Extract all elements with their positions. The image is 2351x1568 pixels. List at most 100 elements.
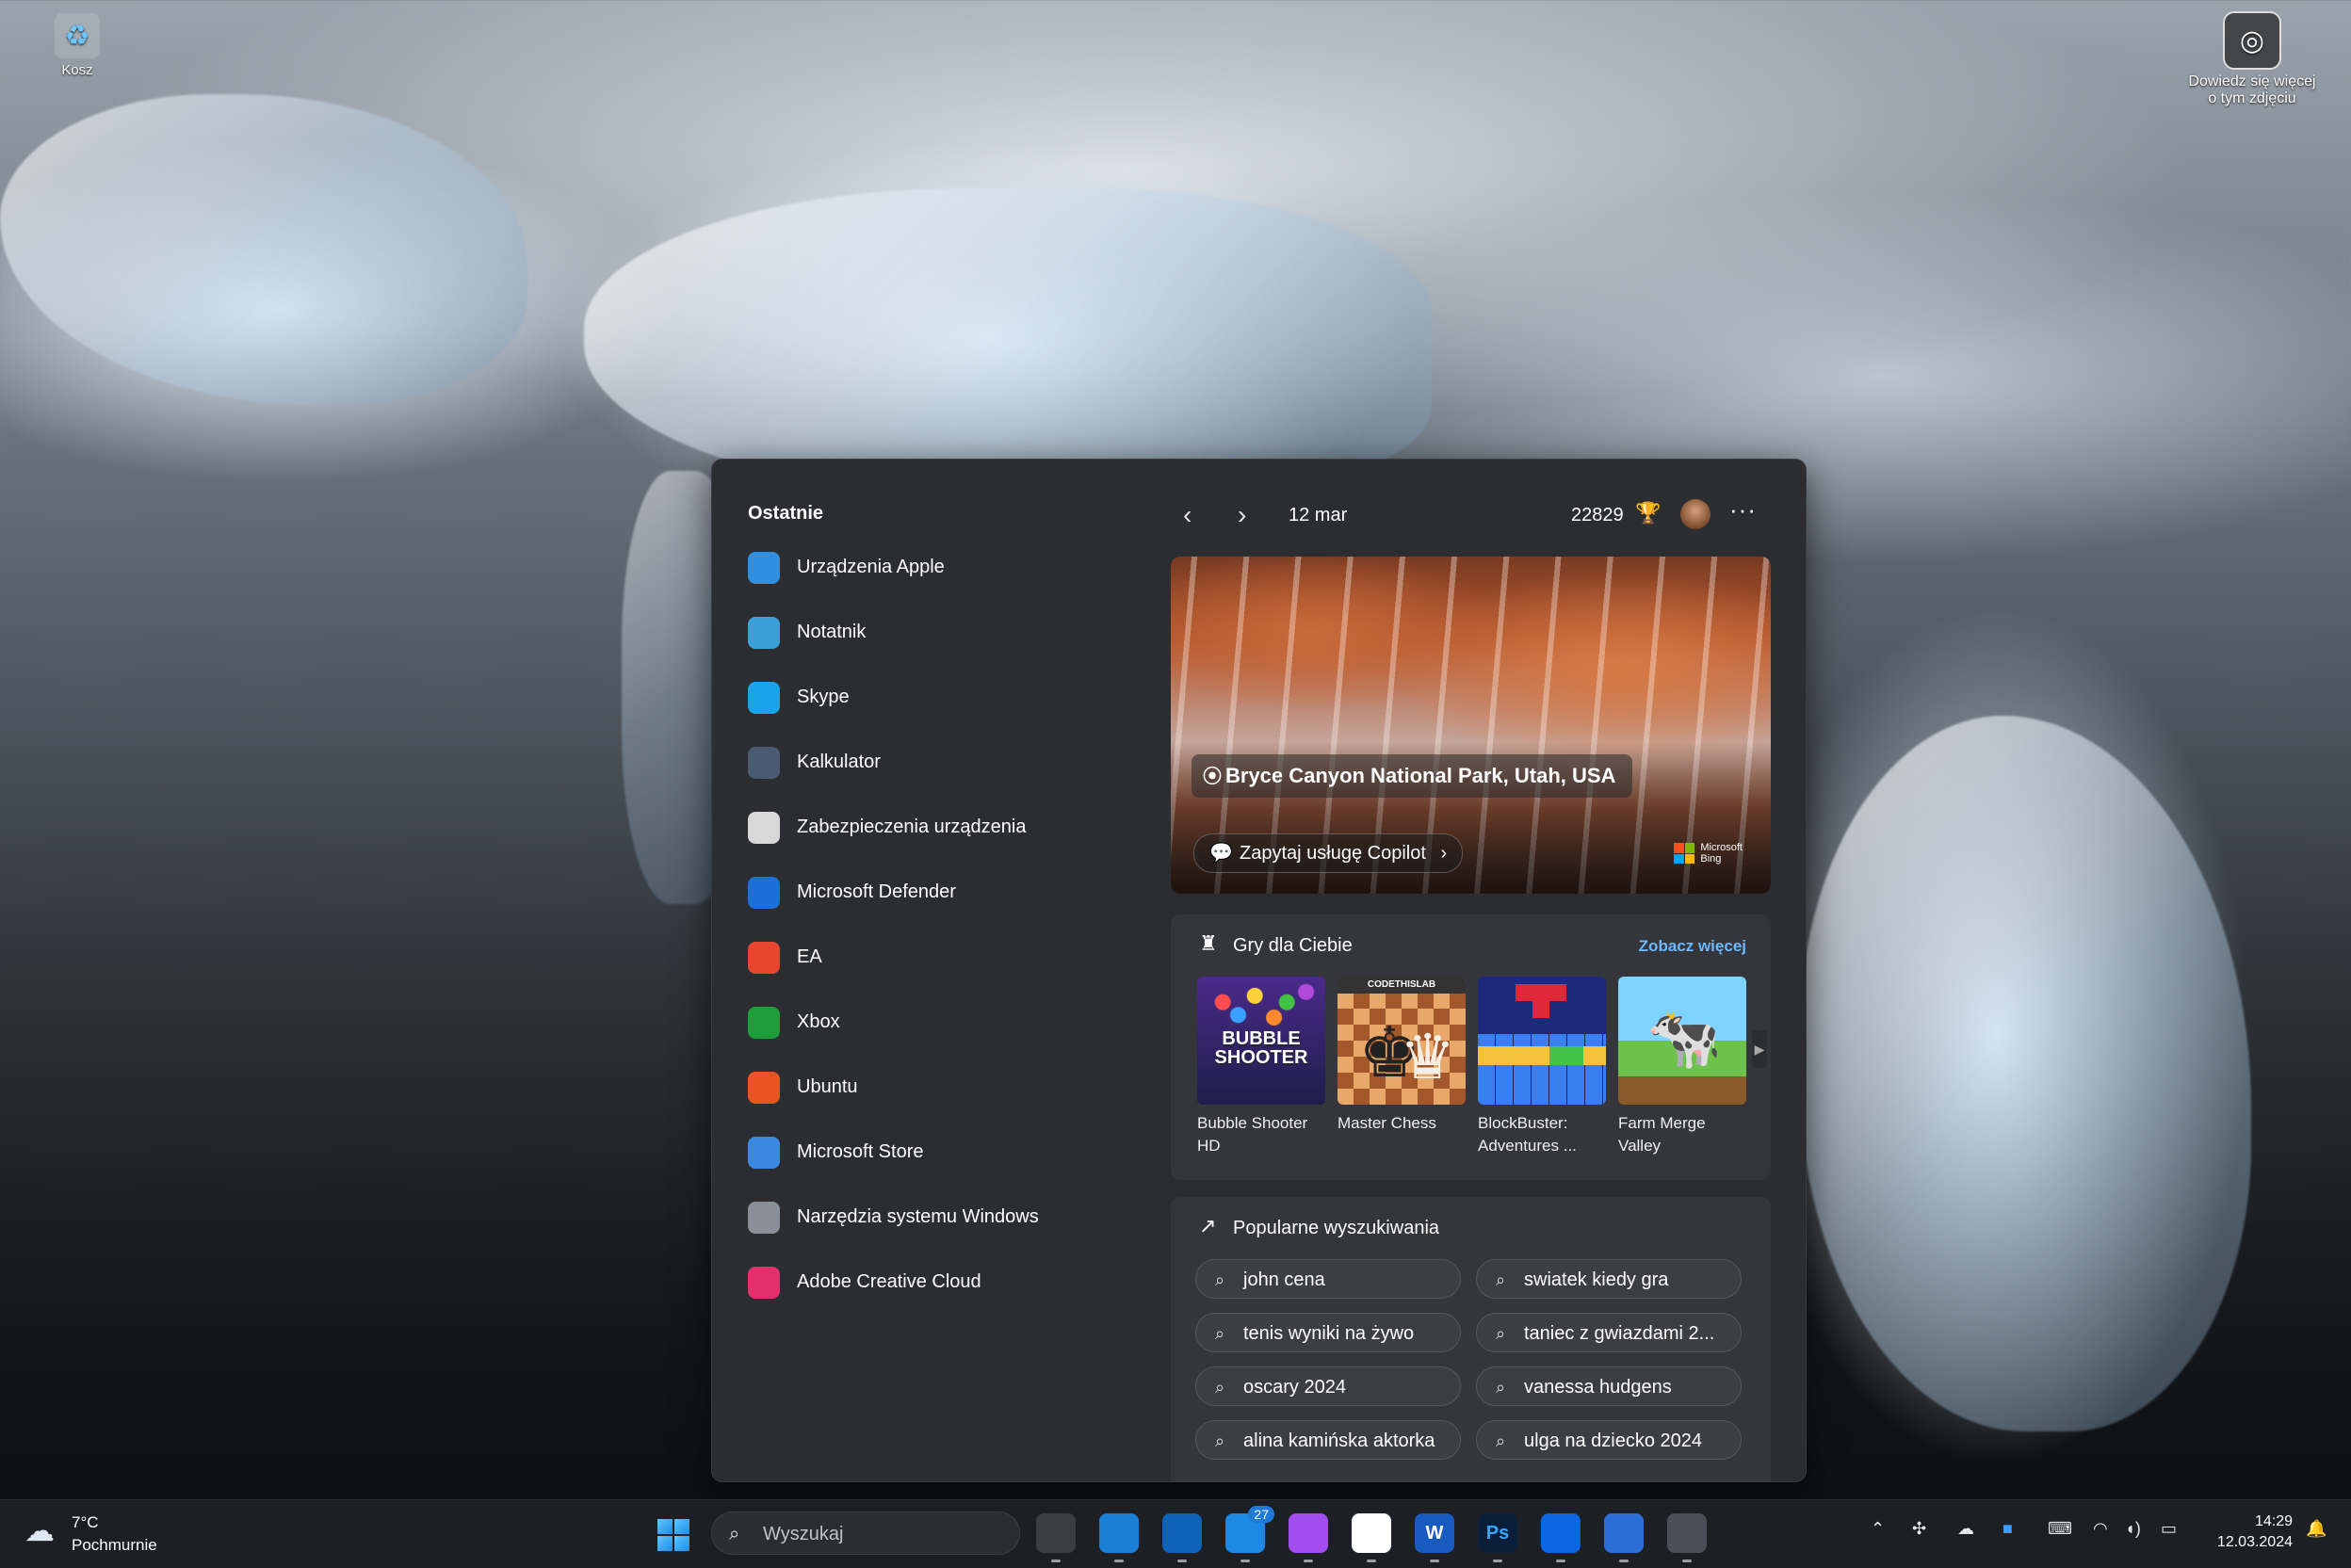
recent-item[interactable]: EA bbox=[748, 925, 1125, 990]
wifi-icon[interactable]: ◠ bbox=[2093, 1519, 2108, 1539]
search-chip[interactable]: ⌕ vanessa hudgens bbox=[1476, 1366, 1742, 1406]
running-indicator bbox=[1682, 1560, 1692, 1562]
search-chip[interactable]: ⌕ swiatek kiedy gra bbox=[1476, 1259, 1742, 1299]
messenger-icon[interactable] bbox=[1289, 1513, 1328, 1562]
scroll-right-icon[interactable]: ▶ bbox=[1752, 1030, 1767, 1068]
search-chip[interactable]: ⌕ john cena bbox=[1195, 1259, 1461, 1299]
battery-icon[interactable]: ▭ bbox=[2161, 1519, 2177, 1539]
photoshop-icon[interactable]: Ps bbox=[1478, 1513, 1517, 1562]
translator-icon[interactable] bbox=[1604, 1513, 1644, 1562]
spotlight-learn-more[interactable]: ◎ Dowiedz się więcej o tym zdjęciu bbox=[2181, 11, 2323, 107]
recent-item[interactable]: Microsoft Defender bbox=[748, 860, 1125, 925]
clock[interactable]: 14:29 12.03.2024 bbox=[2198, 1511, 2293, 1553]
spotlight-label-2: o tym zdjęciu bbox=[2208, 90, 2296, 106]
game-tile[interactable]: BlockBuster: Adventures ... bbox=[1478, 977, 1606, 1157]
rewards-points[interactable]: 22829 bbox=[1571, 505, 1624, 526]
search-icon: ⌕ bbox=[1215, 1431, 1225, 1450]
onedrive-icon[interactable]: ☁ bbox=[1957, 1519, 1974, 1539]
recent-item-label: Xbox bbox=[797, 1011, 840, 1032]
recent-item-label: Kalkulator bbox=[797, 752, 881, 772]
blockbuster-art bbox=[1478, 977, 1606, 1105]
block-shape bbox=[1549, 1046, 1583, 1065]
recent-item[interactable]: Microsoft Store bbox=[748, 1120, 1125, 1185]
game-name: Farm Merge Valley bbox=[1618, 1114, 1706, 1155]
search-chip[interactable]: ⌕ taniec z gwiazdami 2... bbox=[1476, 1313, 1742, 1352]
show-hidden-icons-icon[interactable]: ⌃ bbox=[1871, 1519, 1885, 1539]
search-chip[interactable]: ⌕ tenis wyniki na żywo bbox=[1195, 1313, 1461, 1352]
trophy-icon[interactable]: 🏆 bbox=[1635, 501, 1661, 525]
game-tile[interactable]: 🐄 Farm Merge Valley bbox=[1618, 977, 1746, 1157]
task-view-icon[interactable] bbox=[1036, 1513, 1076, 1562]
running-indicator bbox=[1240, 1560, 1250, 1562]
notepad-icon bbox=[748, 616, 780, 649]
running-indicator bbox=[1556, 1560, 1565, 1562]
cloud-icon: ☁ bbox=[24, 1513, 55, 1547]
search-icon: ⌕ bbox=[1496, 1378, 1506, 1397]
chevron-right-icon[interactable]: › bbox=[1238, 501, 1246, 529]
recent-item[interactable]: Kalkulator bbox=[748, 730, 1125, 795]
search-chip[interactable]: ⌕ ulga na dziecko 2024 bbox=[1476, 1420, 1742, 1460]
recent-item[interactable]: Notatnik bbox=[748, 600, 1125, 665]
search-icon: ⌕ bbox=[1215, 1270, 1225, 1289]
cow-icon: 🐄 bbox=[1646, 1004, 1722, 1072]
recycle-bin[interactable]: ♻ Kosz bbox=[47, 13, 107, 78]
game-tile[interactable]: CODETHISLAB ♚ ♛ Master Chess bbox=[1338, 977, 1466, 1135]
slack-icon[interactable] bbox=[1352, 1513, 1391, 1562]
chevron-left-icon[interactable]: ‹ bbox=[1183, 501, 1192, 529]
recent-item[interactable]: Xbox bbox=[748, 990, 1125, 1055]
recent-item-label: Microsoft Defender bbox=[797, 881, 956, 902]
search-chip[interactable]: ⌕ oscary 2024 bbox=[1195, 1366, 1461, 1406]
slack-tray-icon[interactable]: ✣ bbox=[1912, 1519, 1926, 1539]
popular-searches-card: ↗ Popularne wyszukiwania ⌕ john cena ⌕ swi… bbox=[1171, 1197, 1771, 1481]
recent-item[interactable]: Zabezpieczenia urządzenia bbox=[748, 795, 1125, 860]
outlook-icon[interactable] bbox=[1162, 1513, 1202, 1562]
game-name: BlockBuster: Adventures ... bbox=[1478, 1114, 1577, 1155]
word-icon[interactable]: W bbox=[1415, 1513, 1454, 1562]
chip-label: vanessa hudgens bbox=[1524, 1377, 1672, 1398]
chip-label: taniec z gwiazdami 2... bbox=[1524, 1323, 1715, 1344]
calculator-icon bbox=[748, 746, 780, 779]
defender-tray-icon[interactable]: ■ bbox=[2002, 1519, 2013, 1539]
taskbar-search[interactable]: ⌕ Wyszukaj bbox=[711, 1511, 1020, 1555]
recent-item-label: Skype bbox=[797, 687, 850, 707]
see-more-link[interactable]: Zobacz więcej bbox=[1639, 937, 1746, 956]
taskbar: ☁ 7°C Pochmurnie ⌕ Wyszukaj 27 W Ps ⌃ ✣ ☁ … bbox=[0, 1499, 2351, 1568]
settings-icon[interactable] bbox=[1667, 1513, 1707, 1562]
recent-item[interactable]: Ubuntu bbox=[748, 1055, 1125, 1120]
recent-item-label: Zabezpieczenia urządzenia bbox=[797, 816, 1027, 837]
search-icon: ⌕ bbox=[1496, 1270, 1506, 1289]
ubuntu-icon bbox=[748, 1071, 780, 1104]
location-pin-icon: ⦿ bbox=[1203, 767, 1222, 787]
chip-label: swiatek kiedy gra bbox=[1524, 1269, 1669, 1290]
master-chess-art: CODETHISLAB ♚ ♛ bbox=[1338, 977, 1466, 1105]
copilot-button[interactable]: 💬 Zapytaj usługę Copilot › bbox=[1193, 833, 1464, 873]
trello-icon[interactable] bbox=[1541, 1513, 1581, 1562]
edge-icon[interactable] bbox=[1099, 1513, 1139, 1562]
app-label: Ps bbox=[1485, 1522, 1510, 1544]
widgets-header: ‹ › 12 mar 22829 🏆 ··· bbox=[1183, 495, 1767, 539]
avatar[interactable] bbox=[1680, 499, 1711, 529]
microsoft-logo-icon bbox=[1674, 843, 1695, 864]
start-button[interactable] bbox=[657, 1519, 689, 1551]
running-indicator bbox=[1619, 1560, 1629, 1562]
search-chip[interactable]: ⌕ alina kamińska aktorka bbox=[1195, 1420, 1461, 1460]
location-label[interactable]: ⦿ Bryce Canyon National Park, Utah, USA bbox=[1192, 754, 1632, 798]
volume-icon[interactable]: ◖) bbox=[2125, 1519, 2141, 1539]
clock-time: 14:29 bbox=[2254, 1513, 2293, 1529]
keyboard-icon[interactable]: ⌨ bbox=[2048, 1519, 2072, 1539]
game-tile[interactable]: BUBBLE SHOOTER Bubble Shooter HD bbox=[1197, 977, 1325, 1157]
hero-image-card[interactable]: ⦿ Bryce Canyon National Park, Utah, USA … bbox=[1171, 557, 1771, 894]
running-indicator bbox=[1493, 1560, 1502, 1562]
mail-icon[interactable]: 27 bbox=[1225, 1506, 1274, 1562]
recent-item[interactable]: Urządzenia Apple bbox=[748, 535, 1125, 600]
search-placeholder: Wyszukaj bbox=[763, 1524, 844, 1544]
recent-item[interactable]: Adobe Creative Cloud bbox=[748, 1250, 1125, 1315]
chip-label: alina kamińska aktorka bbox=[1243, 1431, 1435, 1451]
recent-item[interactable]: Skype bbox=[748, 665, 1125, 730]
location-text: Bryce Canyon National Park, Utah, USA bbox=[1225, 764, 1616, 787]
recent-title: Ostatnie bbox=[748, 503, 824, 524]
notifications-bell-icon[interactable]: 🔔 bbox=[2306, 1519, 2327, 1539]
more-options-icon[interactable]: ··· bbox=[1729, 495, 1757, 525]
recent-item[interactable]: Narzędzia systemu Windows bbox=[748, 1185, 1125, 1250]
recycle-bin-label: Kosz bbox=[61, 62, 93, 78]
